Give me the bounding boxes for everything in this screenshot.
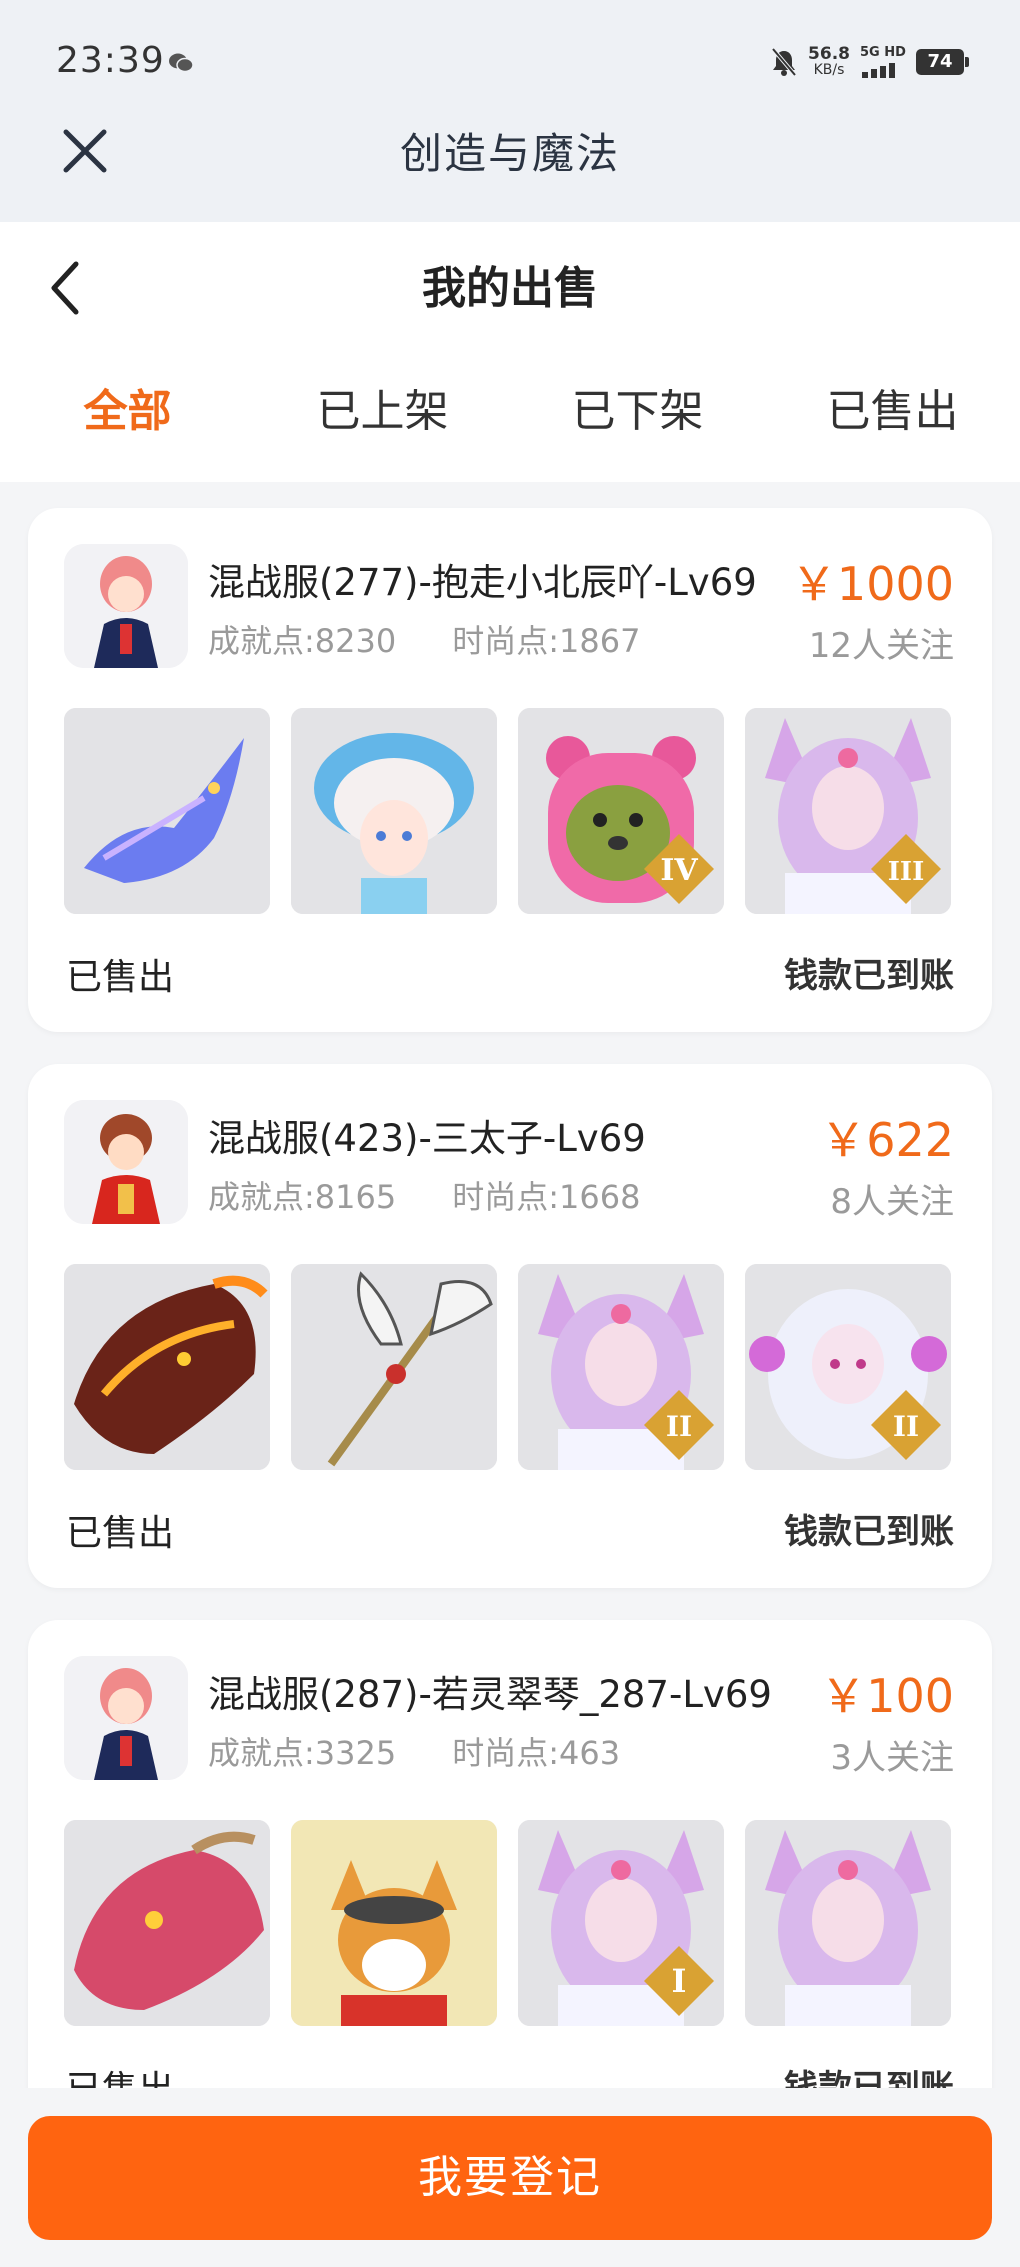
app-header: 创造与魔法 <box>0 110 1020 220</box>
listing-price: ￥622 <box>820 1113 954 1167</box>
sale-status: 已售出 <box>66 957 175 998</box>
tier-badge: II <box>644 1390 714 1460</box>
fashion-points: 时尚点:463 <box>452 1734 621 1772</box>
item-thumbnail-fire-dragon[interactable] <box>64 1264 270 1470</box>
status-bar: 23:39 56.8 KB/s 5G HD 74 <box>0 0 1020 120</box>
follower-count: 8人关注 <box>830 1182 954 1222</box>
item-thumbnail-white-hair-girl[interactable]: II <box>745 1264 951 1470</box>
listing-name: 混战服(277)-抱走小北辰吖-Lv69 <box>208 561 757 604</box>
listing-card[interactable]: 混战服(277)-抱走小北辰吖-Lv69 成就点:8230 时尚点:1867 ￥… <box>28 508 992 1032</box>
listing-card[interactable]: 混战服(423)-三太子-Lv69 成就点:8165 时尚点:1668 ￥622… <box>28 1064 992 1588</box>
tab-delisted[interactable]: 已下架 <box>510 372 765 452</box>
item-thumbnail-blue-dragon[interactable] <box>64 708 270 914</box>
follower-count: 3人关注 <box>830 1738 954 1778</box>
payment-status: 钱款已到账 <box>784 1512 954 1552</box>
character-avatar <box>64 1656 188 1780</box>
bell-off-icon <box>771 47 797 77</box>
battery-indicator: 74 <box>916 49 969 75</box>
item-thumbnail-fox-girl[interactable] <box>745 1820 951 2026</box>
fashion-points: 时尚点:1668 <box>452 1178 641 1216</box>
tab-all[interactable]: 全部 <box>0 372 255 452</box>
sale-status: 已售出 <box>66 1513 175 1554</box>
page-header: 我的出售 全部 已上架 已下架 已售出 <box>0 222 1020 482</box>
item-thumbnail-cloud-hat-girl[interactable] <box>291 708 497 914</box>
listing-stats: 成就点:8165 时尚点:1668 <box>208 1172 640 1218</box>
listing-card[interactable]: 混战服(287)-若灵翠琴_287-Lv69 成就点:3325 时尚点:463 … <box>28 1620 992 2144</box>
status-time: 23:39 <box>56 40 165 81</box>
svg-text:II: II <box>666 1410 692 1443</box>
listing-price: ￥1000 <box>790 557 954 611</box>
wechat-icon <box>169 53 194 73</box>
svg-text:IV: IV <box>660 853 698 888</box>
status-indicators: 56.8 KB/s 5G HD 74 <box>770 44 969 80</box>
svg-text:III: III <box>888 857 925 887</box>
item-thumbnails: IV III <box>64 708 956 914</box>
achievement-points: 成就点:3325 <box>208 1734 397 1772</box>
tier-badge: III <box>871 834 941 904</box>
net-speed-value: 56.8 <box>808 44 850 64</box>
fashion-points: 时尚点:1867 <box>452 622 641 660</box>
top-area: 23:39 56.8 KB/s 5G HD 74 创造与魔法 <box>0 0 1020 222</box>
item-thumbnail-ornate-spear[interactable] <box>291 1264 497 1470</box>
page-title: 我的出售 <box>422 263 598 314</box>
item-thumbnail-corgi-pilot[interactable] <box>291 1820 497 2026</box>
item-thumbnails: II II <box>64 1264 956 1470</box>
achievement-points: 成就点:8165 <box>208 1178 397 1216</box>
item-thumbnail-fox-girl[interactable]: II <box>518 1264 724 1470</box>
network-status: 5G HD <box>860 46 906 78</box>
net-speed: 56.8 KB/s <box>808 44 850 79</box>
item-thumbnail-pink-bear[interactable]: IV <box>518 708 724 914</box>
svg-text:I: I <box>672 1962 687 2000</box>
bottom-bar: 我要登记 <box>0 2088 1020 2267</box>
achievement-points: 成就点:8230 <box>208 622 397 660</box>
network-label: 5G HD <box>860 45 906 60</box>
item-thumbnails: I <box>64 1820 956 2026</box>
tier-badge: II <box>871 1390 941 1460</box>
listing-name: 混战服(287)-若灵翠琴_287-Lv69 <box>208 1673 772 1716</box>
character-avatar <box>64 544 188 668</box>
tier-badge: I <box>644 1946 714 2016</box>
listing-stats: 成就点:3325 时尚点:463 <box>208 1728 620 1774</box>
item-thumbnail-fox-girl[interactable]: III <box>745 708 951 914</box>
tab-sold[interactable]: 已售出 <box>765 372 1020 452</box>
net-speed-unit: KB/s <box>813 62 845 78</box>
listing-stats: 成就点:8230 时尚点:1867 <box>208 616 640 662</box>
item-thumbnail-red-dragon[interactable] <box>64 1820 270 2026</box>
svg-text:II: II <box>893 1410 919 1443</box>
signal-icon <box>862 63 895 78</box>
tier-badge: IV <box>644 834 714 904</box>
payment-status: 钱款已到账 <box>784 956 954 996</box>
app-title: 创造与魔法 <box>399 129 620 178</box>
listing-name: 混战服(423)-三太子-Lv69 <box>208 1117 646 1160</box>
follower-count: 12人关注 <box>808 626 954 666</box>
item-thumbnail-fox-girl[interactable]: I <box>518 1820 724 2026</box>
register-button[interactable]: 我要登记 <box>28 2116 992 2240</box>
tab-listed[interactable]: 已上架 <box>255 372 510 452</box>
tab-bar: 全部 已上架 已下架 已售出 <box>0 372 1020 452</box>
listing-price: ￥100 <box>820 1669 954 1723</box>
character-avatar <box>64 1100 188 1224</box>
